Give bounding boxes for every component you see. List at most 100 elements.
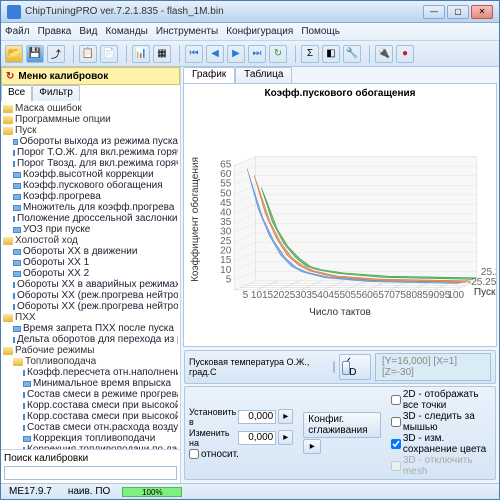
tree-item[interactable]: Минимальное время впрыска (3, 378, 178, 389)
close-button[interactable]: ✕ (471, 5, 493, 19)
checksum-icon[interactable]: Σ (301, 45, 319, 63)
sidebar-tab-all[interactable]: Все (1, 85, 32, 101)
tree-item[interactable]: Положение дроссельной заслонки при пуске (3, 213, 178, 224)
temp-slider[interactable] (333, 361, 335, 373)
tree-item[interactable]: Состав смеси в режиме прогрева (3, 389, 178, 400)
tree-item[interactable]: Коэфф.прогрева (3, 191, 178, 202)
smooth-config-button[interactable]: Конфиг. сглаживания (303, 412, 381, 438)
chart-title: Коэфф.пускового обогащения (184, 84, 496, 103)
paste-icon[interactable]: 📄 (100, 45, 118, 63)
chart-icon[interactable]: 📊 (132, 45, 150, 63)
tree-item[interactable]: Коэфф.высотной коррекции (3, 169, 178, 180)
menu-file[interactable]: Файл (5, 26, 30, 37)
tree-item[interactable]: Коэфф.пересчета отн.наполнения в время..… (3, 367, 178, 378)
calibration-tree[interactable]: Маска ошибокПрограммные опцииПускОбороты… (1, 101, 180, 449)
nav-next-icon[interactable]: ▶ (227, 45, 245, 63)
status-ecu: ME17.9.7 (5, 486, 56, 497)
change-label: Изменить на (189, 428, 236, 448)
svg-text:45: 45 (220, 198, 232, 209)
minimize-button[interactable]: — (423, 5, 445, 19)
change-apply-button[interactable]: ▸ (278, 430, 293, 445)
copy-icon[interactable]: 📋 (79, 45, 97, 63)
tree-item[interactable]: Обороты ХХ в движении (3, 246, 178, 257)
tree-item[interactable]: УОЗ при пуске (3, 224, 178, 235)
folder-icon (3, 116, 13, 124)
tool-icon[interactable]: 🔧 (343, 45, 361, 63)
tree-item[interactable]: Порог Т.О.Ж. для вкл.режима горячего пус… (3, 147, 178, 158)
relative-checkbox[interactable] (189, 449, 199, 459)
opt3-checkbox[interactable] (391, 439, 401, 449)
menu-config[interactable]: Конфигурация (226, 26, 293, 37)
tree-item[interactable]: Обороты ХХ (реж.прогрева нейтронизатора.… (3, 301, 178, 312)
maximize-button[interactable]: ▢ (447, 5, 469, 19)
set-value-input[interactable] (238, 410, 276, 424)
nav-first-icon[interactable]: ⏮ (185, 45, 203, 63)
tree-item[interactable]: Обороты выхода из режима пуска (3, 136, 178, 147)
save-icon[interactable]: 💾 (26, 45, 44, 63)
smooth-apply-button[interactable]: ▸ (303, 439, 321, 454)
menu-tools[interactable]: Инструменты (156, 26, 218, 37)
tree-item[interactable]: Коррекция топливоподачи (3, 433, 178, 444)
search-input[interactable] (4, 466, 177, 480)
nav-last-icon[interactable]: ⏭ (248, 45, 266, 63)
connect-icon[interactable]: 🔌 (375, 45, 393, 63)
toolbar: 📂 💾 ⤴ 📋 📄 📊 ▦ ⏮ ◀ ▶ ⏭ ↻ Σ ◧ 🔧 🔌 ● (1, 41, 499, 67)
tree-item[interactable]: Холостой ход (3, 235, 178, 246)
bottom-panel: Пусковая температура О.Ж., град.С ✓ 3D [… (181, 347, 499, 483)
sidebar-refresh-icon[interactable]: ↻ (6, 71, 14, 82)
tree-item[interactable]: Корр.состава смеси при высокой т-ре О.Ж. (3, 400, 178, 411)
sidebar-tab-filter[interactable]: Фильтр (32, 85, 80, 101)
menu-view[interactable]: Вид (79, 26, 97, 37)
record-icon[interactable]: ● (396, 45, 414, 63)
svg-text:35: 35 (306, 290, 318, 301)
table-icon[interactable]: ▦ (153, 45, 171, 63)
tree-item[interactable]: Множитель для коэфф.прогрева (3, 202, 178, 213)
svg-text:30: 30 (295, 290, 307, 301)
nav-prev-icon[interactable]: ◀ (206, 45, 224, 63)
tab-chart[interactable]: График (183, 67, 235, 83)
svg-text:80: 80 (406, 290, 418, 301)
leaf-icon (13, 271, 21, 277)
app-icon (7, 5, 21, 19)
tree-item[interactable]: Топливоподача (3, 356, 178, 367)
tree-item-label: Обороты ХХ (реж.прогрева нейтронизатора.… (17, 301, 178, 312)
tree-item[interactable]: Программные опции (3, 114, 178, 125)
reload-icon[interactable]: ↻ (269, 45, 287, 63)
svg-text:40: 40 (317, 290, 329, 301)
leaf-icon (13, 293, 15, 299)
change-value-input[interactable] (238, 431, 276, 445)
chart-canvas[interactable]: 5101520253035404550556065510152025303540… (184, 103, 496, 346)
tree-item[interactable]: Обороты ХХ 1 (3, 257, 178, 268)
sidebar-title: Меню калибровок (18, 71, 108, 82)
search-label: Поиск калибровки (4, 453, 177, 464)
statusbar: ME17.9.7 наив. ПО 100% (1, 483, 499, 499)
folder-icon (13, 358, 23, 366)
opt1-checkbox[interactable] (391, 395, 401, 405)
compare-icon[interactable]: ◧ (322, 45, 340, 63)
tree-item[interactable]: Состав смеси отн.расхода воздуха (фикс..… (3, 422, 178, 433)
tab-table[interactable]: Таблица (235, 67, 292, 83)
menu-edit[interactable]: Правка (38, 26, 72, 37)
open-icon[interactable]: 📂 (5, 45, 23, 63)
tree-item[interactable]: Маска ошибок (3, 103, 178, 114)
tree-item[interactable]: Коэфф.пускового обогащения (3, 180, 178, 191)
tree-item[interactable]: ПХХ (3, 312, 178, 323)
status-progress: 100% (122, 487, 182, 497)
set-apply-button[interactable]: ▸ (278, 409, 293, 424)
tree-item[interactable]: Обороты ХХ в аварийных режимах (3, 279, 178, 290)
tree-item[interactable]: Обороты ХХ (реж.прогрева нейтронизатора.… (3, 290, 178, 301)
svg-text:25: 25 (220, 236, 232, 247)
opt2-checkbox[interactable] (391, 417, 401, 427)
svg-text:20: 20 (273, 290, 285, 301)
tree-item-label: Программные опции (15, 114, 111, 125)
menu-commands[interactable]: Команды (105, 26, 147, 37)
menu-help[interactable]: Помощь (301, 26, 340, 37)
export-icon[interactable]: ⤴ (47, 45, 65, 63)
tree-item[interactable]: Корр.состава смеси при высокой т-ре О.Ж.… (3, 411, 178, 422)
tree-item[interactable]: Дельта оборотов для перехода из режима П… (3, 334, 178, 345)
tree-item[interactable]: Пуск (3, 125, 178, 136)
tree-item[interactable]: Порог Твозд. для вкл.режима горячего пус… (3, 158, 178, 169)
tree-item[interactable]: Время запрета ПХХ после пуска (3, 323, 178, 334)
tree-item[interactable]: Рабочие режимы (3, 345, 178, 356)
tree-item[interactable]: Обороты ХХ 2 (3, 268, 178, 279)
